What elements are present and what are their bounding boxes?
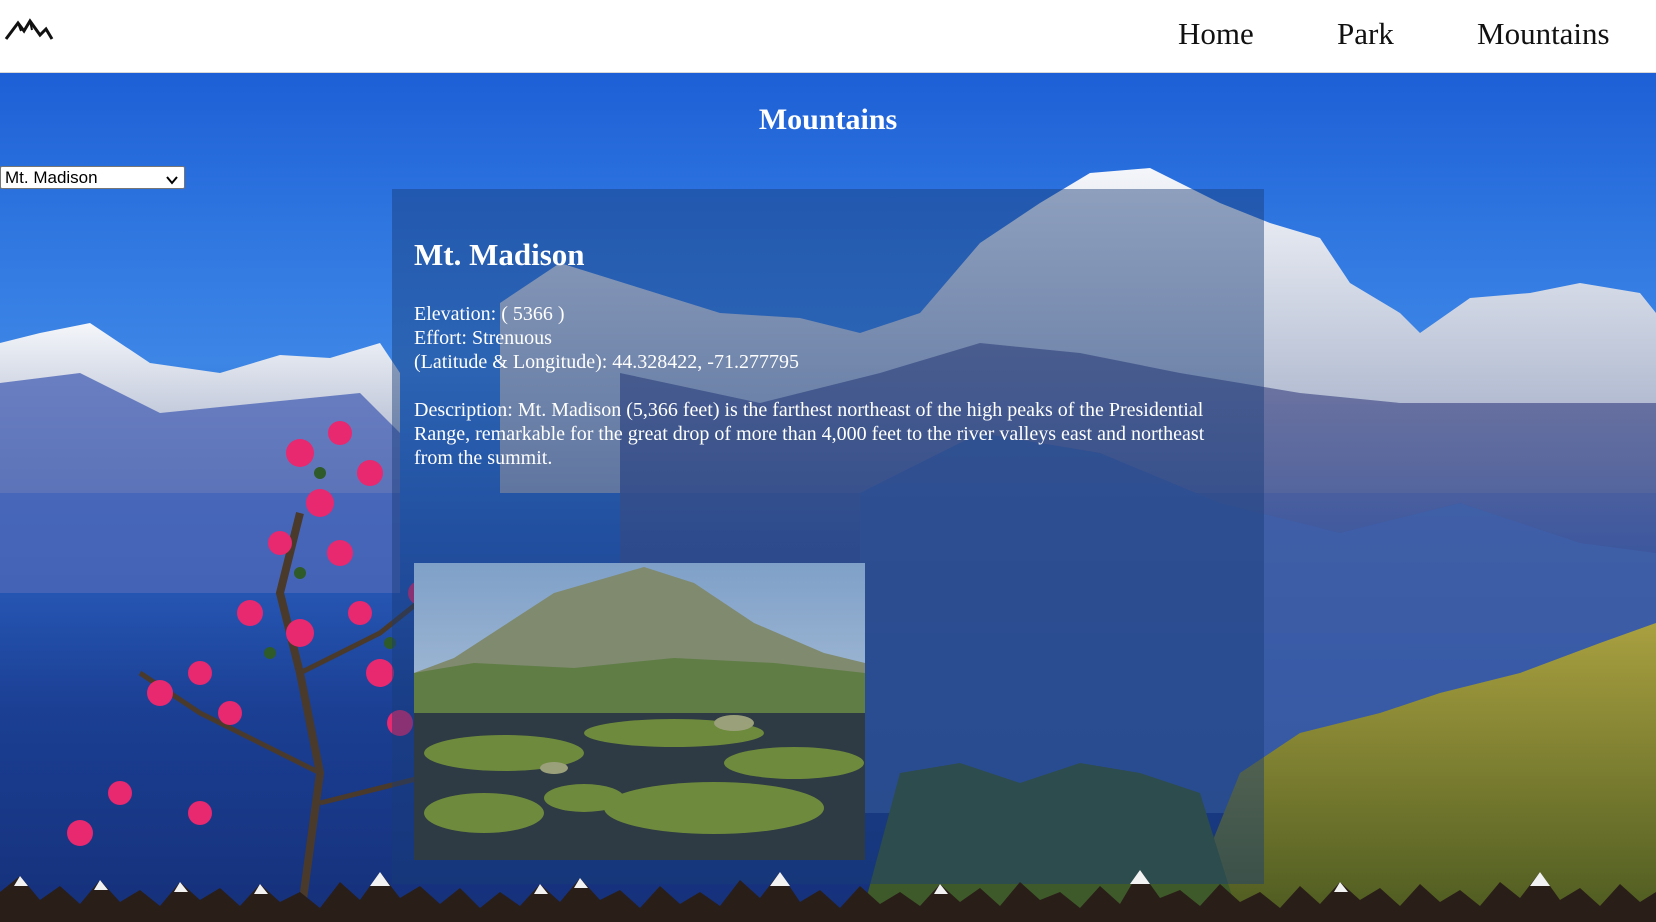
effort-text: Effort: Strenuous bbox=[414, 327, 552, 349]
nav-park-link[interactable]: Park bbox=[1337, 16, 1394, 52]
top-navbar: Home Park Mountains bbox=[0, 0, 1656, 73]
page-title: Mountains bbox=[758, 103, 898, 136]
mountain-name: Mt. Madison bbox=[414, 237, 585, 272]
hero-background: Mountains Mt. Madison Mt. Madison Elevat… bbox=[0, 73, 1656, 922]
chevron-down-icon bbox=[165, 171, 179, 185]
mountain-ridge-border bbox=[0, 870, 1656, 922]
elevation-text: Elevation: ( 5366 ) bbox=[414, 303, 565, 325]
mountain-select-value: Mt. Madison bbox=[5, 168, 98, 187]
coordinates-text: (Latitude & Longitude): 44.328422, -71.2… bbox=[414, 351, 799, 373]
mountain-select[interactable]: Mt. Madison bbox=[0, 166, 185, 189]
mountain-info-card: Mt. Madison Elevation: ( 5366 ) Effort: … bbox=[392, 189, 1264, 884]
nav-home-link[interactable]: Home bbox=[1178, 16, 1254, 52]
mountain-description: Description: Mt. Madison (5,366 feet) is… bbox=[414, 399, 1205, 469]
mountain-logo-icon[interactable] bbox=[4, 17, 54, 45]
nav-mountains-link[interactable]: Mountains bbox=[1477, 16, 1610, 52]
mountain-details: Elevation: ( 5366 ) Effort: Strenuous (L… bbox=[414, 302, 799, 374]
mountain-photo bbox=[414, 563, 865, 860]
